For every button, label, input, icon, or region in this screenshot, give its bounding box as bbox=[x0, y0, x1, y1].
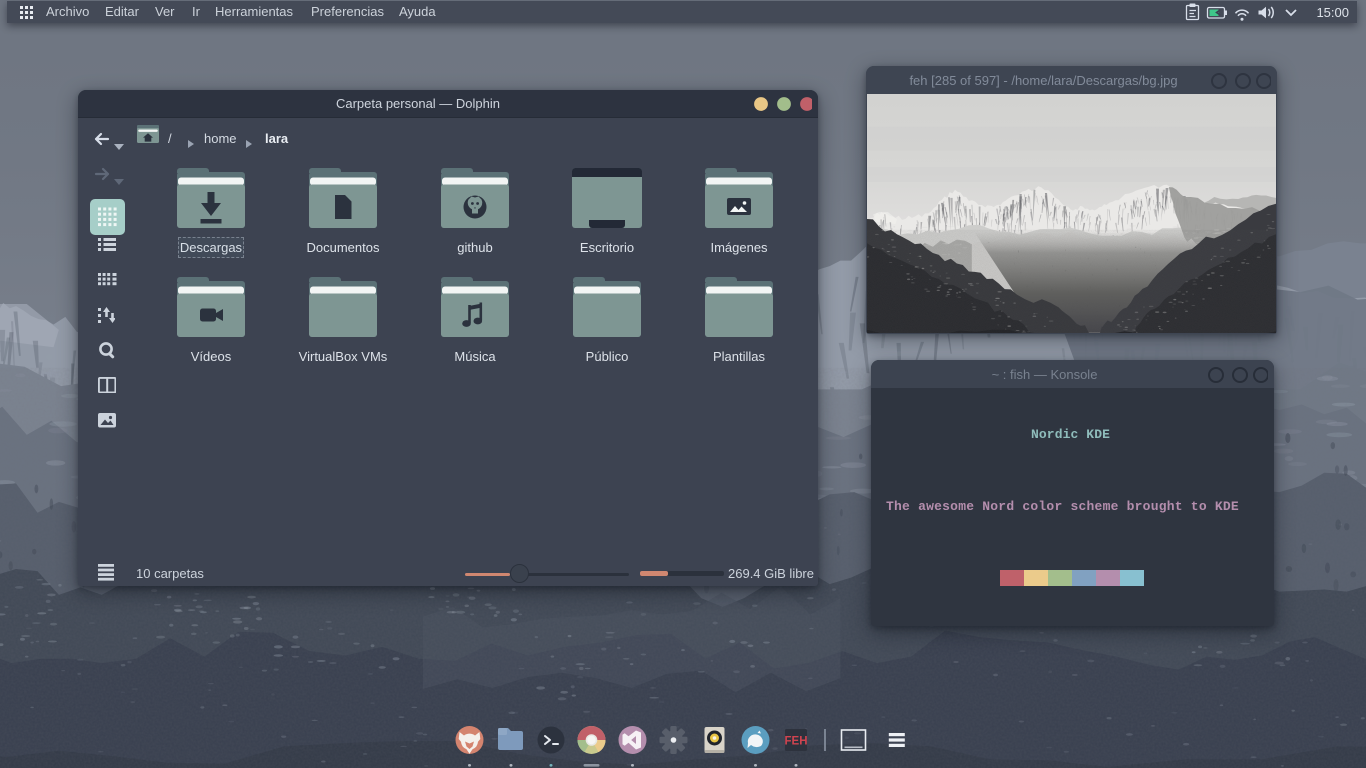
svg-text:FEH: FEH bbox=[785, 736, 808, 748]
